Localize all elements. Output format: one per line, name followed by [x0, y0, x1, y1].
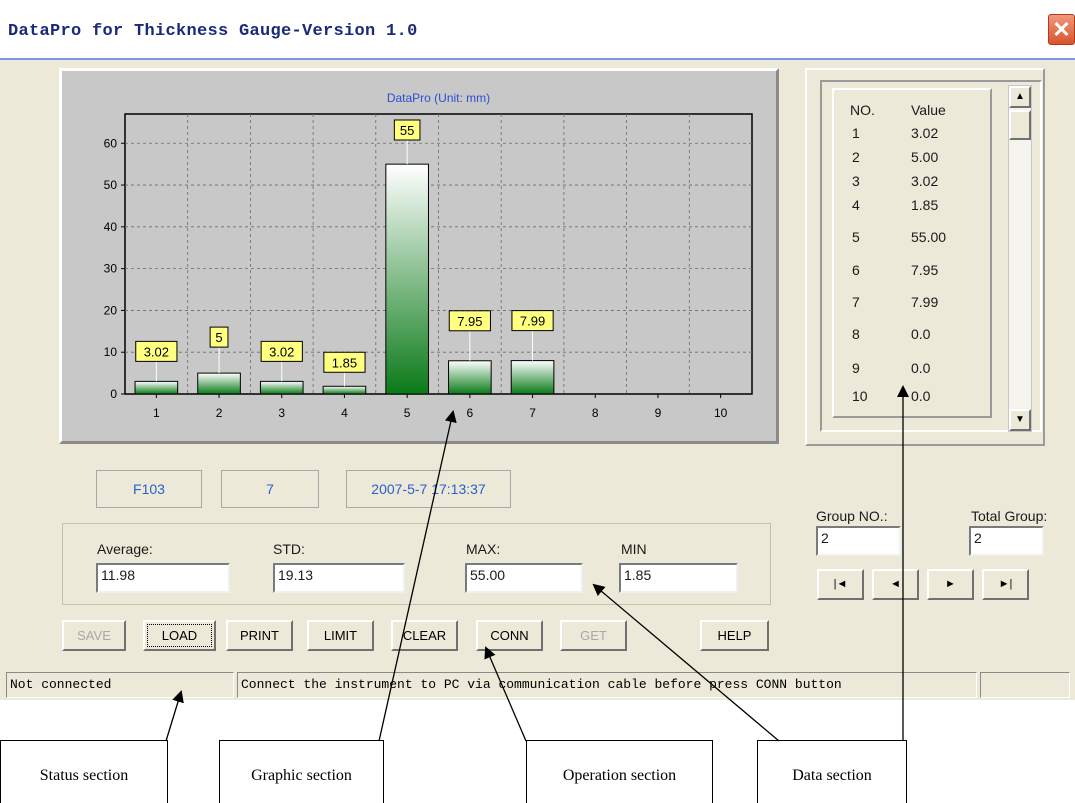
data-header-value: Value [911, 102, 946, 118]
next-group-button[interactable]: ► [927, 569, 974, 600]
data-row-no: 9 [852, 360, 860, 376]
data-row-no: 10 [852, 388, 868, 404]
std-field[interactable]: 19.13 [273, 563, 405, 593]
data-label: 3.02 [269, 344, 294, 359]
y-tick-label: 30 [104, 262, 118, 276]
data-row-no: 3 [852, 173, 860, 189]
data-row-no: 4 [852, 197, 860, 213]
bar [197, 372, 241, 395]
get-button[interactable]: GET [560, 620, 627, 651]
average-field[interactable]: 11.98 [96, 563, 230, 593]
total-group-field[interactable]: 2 [969, 526, 1044, 556]
data-row-no: 8 [852, 326, 860, 342]
data-row-value: 7.95 [911, 262, 939, 278]
operation-section-callout: Operation section [526, 740, 713, 803]
data-section-callout-label: Data section [792, 767, 872, 784]
x-tick-label: 10 [714, 406, 728, 420]
y-tick-label: 10 [104, 345, 118, 359]
print-button[interactable]: PRINT [226, 620, 293, 651]
status-message: Connect the instrument to PC via communi… [237, 672, 977, 698]
status-section-callout: Status section [0, 740, 168, 803]
data-label: 5 [215, 330, 222, 345]
reading-count-display: 7 [221, 470, 319, 508]
data-row-value: 1.85 [911, 197, 939, 213]
x-tick-label: 6 [467, 406, 474, 420]
x-tick-label: 9 [655, 406, 662, 420]
conn-button[interactable]: CONN [476, 620, 543, 651]
load-button[interactable]: LOAD [143, 620, 216, 651]
y-tick-label: 50 [104, 178, 118, 192]
status-section-callout-label: Status section [39, 767, 129, 784]
scroll-down-icon[interactable]: ▼ [1009, 409, 1031, 431]
datetime-display: 2007-5-7 17:13:37 [346, 470, 511, 508]
x-tick-label: 1 [153, 406, 160, 420]
group-no-label: Group NO.: [816, 508, 888, 524]
bar [134, 380, 179, 395]
data-row-value: 3.02 [911, 125, 939, 141]
x-tick-label: 5 [404, 406, 411, 420]
connection-status: Not connected [6, 672, 234, 698]
first-group-button[interactable]: |◄ [817, 569, 864, 600]
help-button[interactable]: HELP [700, 620, 769, 651]
x-tick-label: 4 [341, 406, 348, 420]
data-section-callout: Data section [757, 740, 907, 803]
data-row-no: 6 [852, 262, 860, 278]
data-label: 3.02 [144, 344, 169, 359]
min-field[interactable]: 1.85 [619, 563, 738, 593]
save-button[interactable]: SAVE [62, 620, 126, 651]
bar [385, 163, 429, 395]
data-row-value: 3.02 [911, 173, 939, 189]
limit-button[interactable]: LIMIT [307, 620, 374, 651]
data-row-value: 5.00 [911, 149, 939, 165]
scroll-up-icon[interactable]: ▲ [1009, 86, 1031, 108]
max-label: MAX: [466, 541, 501, 557]
data-row-no: 1 [852, 125, 860, 141]
data-row-value: 55.00 [911, 229, 947, 245]
data-label: 7.99 [520, 314, 545, 329]
operation-section-callout-label: Operation section [562, 767, 677, 784]
graphic-section-callout-label: Graphic section [251, 767, 352, 784]
chart-title: DataPro (Unit: mm) [387, 91, 490, 105]
app-window: DataPro for Thickness Gauge-Version 1.0 … [0, 0, 1075, 700]
data-row-value: 7.99 [911, 294, 939, 310]
x-tick-label: 2 [216, 406, 223, 420]
data-label: 7.95 [457, 314, 482, 329]
y-tick-label: 20 [104, 303, 118, 317]
x-tick-label: 8 [592, 406, 599, 420]
data-row-no: 2 [852, 149, 860, 165]
x-tick-label: 7 [529, 406, 536, 420]
y-tick-label: 40 [104, 220, 118, 234]
total-group-label: Total Group: [971, 508, 1048, 524]
data-header-no: NO. [850, 102, 875, 118]
group-no-field[interactable]: 2 [816, 526, 901, 556]
bar [322, 385, 367, 395]
data-row-no: 7 [852, 294, 860, 310]
probe-model-display: F103 [96, 470, 202, 508]
data-label: 55 [400, 123, 414, 138]
bar [510, 360, 555, 395]
y-tick-label: 0 [110, 387, 117, 401]
data-row-value: 0.0 [911, 326, 931, 342]
bar [448, 360, 492, 395]
std-label: STD: [273, 541, 305, 557]
min-label: MIN [621, 541, 647, 557]
clear-button[interactable]: CLEAR [391, 620, 458, 651]
y-tick-label: 60 [104, 136, 118, 150]
x-tick-label: 3 [278, 406, 285, 420]
bar [259, 380, 304, 395]
scroll-thumb[interactable] [1009, 110, 1031, 140]
data-row-no: 5 [852, 229, 860, 245]
max-field[interactable]: 55.00 [465, 563, 583, 593]
average-label: Average: [97, 541, 153, 557]
data-row-value: 0.0 [911, 388, 931, 404]
data-label: 1.85 [332, 355, 357, 370]
data-row-value: 0.0 [911, 360, 931, 376]
status-extra-panel [980, 672, 1070, 698]
graphic-section-callout: Graphic section [219, 740, 384, 803]
last-group-button[interactable]: ►| [982, 569, 1029, 600]
prev-group-button[interactable]: ◄ [872, 569, 919, 600]
